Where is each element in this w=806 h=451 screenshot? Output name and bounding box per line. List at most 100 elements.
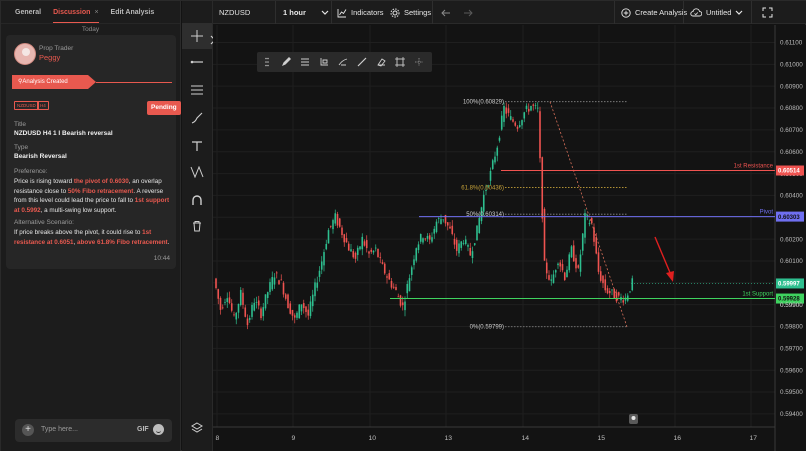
candle-body bbox=[327, 230, 330, 244]
candle-body bbox=[509, 116, 512, 120]
tab-edit-analysis[interactable]: Edit Analysis bbox=[111, 2, 155, 22]
layout-title-dropdown[interactable]: Untitled bbox=[690, 1, 743, 24]
candle-body bbox=[550, 279, 553, 281]
fullscreen-button[interactable] bbox=[762, 1, 773, 24]
symbol-button[interactable]: NZDUSD bbox=[219, 1, 250, 24]
alternative-segment: If price breaks above the pivot, it coul… bbox=[14, 229, 143, 236]
candle-body bbox=[498, 137, 501, 141]
interval-dropdown[interactable]: 1 hour bbox=[283, 1, 329, 24]
parallel-lines-icon[interactable] bbox=[182, 77, 212, 103]
redo-button[interactable] bbox=[463, 1, 473, 24]
more-icon[interactable] bbox=[409, 52, 428, 72]
add-attachment-icon[interactable]: + bbox=[22, 424, 34, 436]
drawing-tools-column bbox=[182, 1, 216, 451]
message-card: Prop Trader Peggy ⚲Analysis Created NZDU… bbox=[6, 35, 181, 269]
close-tab-icon[interactable]: × bbox=[94, 9, 98, 16]
author-username[interactable]: Peggy bbox=[39, 53, 60, 62]
candle-body bbox=[514, 122, 517, 126]
candle-body bbox=[239, 289, 242, 306]
candle-body bbox=[264, 294, 267, 309]
gif-button[interactable]: GIF bbox=[137, 426, 149, 433]
candle-body bbox=[307, 309, 310, 316]
candle-body bbox=[590, 218, 593, 224]
candle-body bbox=[559, 262, 562, 267]
candle-body bbox=[372, 250, 375, 253]
divider bbox=[331, 1, 332, 24]
candle-body bbox=[269, 282, 271, 292]
message-composer: + Type here... GIF bbox=[15, 419, 172, 442]
settings-button[interactable]: Settings bbox=[390, 1, 431, 24]
crosshair-icon[interactable] bbox=[182, 23, 212, 49]
candle-body bbox=[606, 288, 609, 294]
candle-body bbox=[631, 278, 634, 291]
candle-body bbox=[566, 269, 568, 278]
price-tick-label: 0.60100 bbox=[780, 258, 803, 265]
plus-circle-icon bbox=[621, 7, 631, 18]
pattern-icon[interactable] bbox=[182, 159, 212, 185]
candle-body bbox=[527, 108, 530, 112]
chart-canvas[interactable]: 0.61100 0.61000 0.60900 0.60800 0.60700 0.606… bbox=[213, 25, 806, 451]
candle-body bbox=[309, 301, 312, 316]
candle-body bbox=[323, 252, 325, 266]
price-tick-label: 0.59400 bbox=[780, 411, 803, 418]
candle-body bbox=[311, 294, 314, 307]
price-tick-label: 0.60600 bbox=[780, 149, 803, 156]
horizontal-line-icon[interactable] bbox=[182, 49, 212, 75]
candle-body bbox=[224, 302, 226, 303]
divider bbox=[614, 1, 615, 24]
settings-label: Settings bbox=[404, 8, 432, 17]
message-input[interactable]: Type here... bbox=[41, 426, 78, 433]
candle-body bbox=[413, 259, 415, 266]
type-value: Bearish Reversal bbox=[14, 153, 67, 160]
price-chart[interactable]: 0.61100 0.61000 0.60900 0.60800 0.60700 0.606… bbox=[213, 25, 806, 451]
candle-body bbox=[251, 304, 253, 317]
frame-icon[interactable] bbox=[390, 52, 409, 72]
create-analysis-label: Create Analysis bbox=[635, 8, 688, 17]
candle-body bbox=[428, 235, 431, 240]
candle-body bbox=[593, 227, 595, 242]
candle-body bbox=[469, 247, 472, 256]
fill-icon[interactable] bbox=[314, 52, 333, 72]
indicators-button[interactable]: Indicators bbox=[337, 1, 384, 24]
time-tick-label: 13 bbox=[445, 435, 453, 442]
magnet-icon[interactable] bbox=[182, 187, 212, 213]
layers-icon[interactable] bbox=[182, 415, 212, 441]
time-tick-label: 16 bbox=[674, 435, 682, 442]
trash-icon[interactable] bbox=[182, 213, 212, 239]
candle-body bbox=[356, 247, 359, 255]
avatar[interactable] bbox=[14, 43, 36, 65]
price-tick-label: 0.60200 bbox=[780, 236, 803, 243]
symbol-label: NZDUSD bbox=[219, 8, 251, 17]
tab-general[interactable]: General bbox=[15, 2, 41, 22]
candle-body bbox=[363, 241, 366, 246]
time-tick-label: 14 bbox=[522, 435, 530, 442]
style-icon[interactable] bbox=[333, 52, 352, 72]
level-price-label: 0.60514 bbox=[778, 169, 800, 175]
time-tick-label: 10 bbox=[369, 435, 377, 442]
preference-label: Preference: bbox=[14, 168, 48, 175]
text-icon[interactable] bbox=[182, 133, 212, 159]
eraser-icon[interactable] bbox=[371, 52, 390, 72]
line-width-icon[interactable] bbox=[352, 52, 371, 72]
create-analysis-button[interactable]: Create Analysis bbox=[621, 1, 687, 24]
tab-discussion[interactable]: Discussion × bbox=[53, 2, 99, 23]
event-marker-dot bbox=[631, 416, 636, 420]
analysis-created-banner: ⚲Analysis Created bbox=[12, 75, 172, 89]
drag-handle-icon[interactable] bbox=[257, 52, 276, 72]
price-tick-label: 0.59700 bbox=[780, 346, 803, 353]
candle-body bbox=[577, 265, 580, 268]
undo-button[interactable] bbox=[441, 1, 451, 24]
candle-body bbox=[237, 303, 240, 313]
candle-body bbox=[370, 249, 373, 252]
candle-body bbox=[455, 239, 458, 251]
pencil-icon[interactable] bbox=[276, 52, 295, 72]
candle-body bbox=[476, 225, 478, 241]
candle-body bbox=[284, 294, 287, 299]
emoji-icon[interactable] bbox=[153, 424, 164, 435]
price-tick-label: 0.59600 bbox=[780, 367, 803, 374]
lines-icon[interactable] bbox=[295, 52, 314, 72]
brush-icon[interactable] bbox=[182, 105, 212, 131]
candle-body bbox=[302, 303, 305, 309]
candle-body bbox=[282, 282, 285, 295]
time-tick-label: 15 bbox=[598, 435, 606, 442]
